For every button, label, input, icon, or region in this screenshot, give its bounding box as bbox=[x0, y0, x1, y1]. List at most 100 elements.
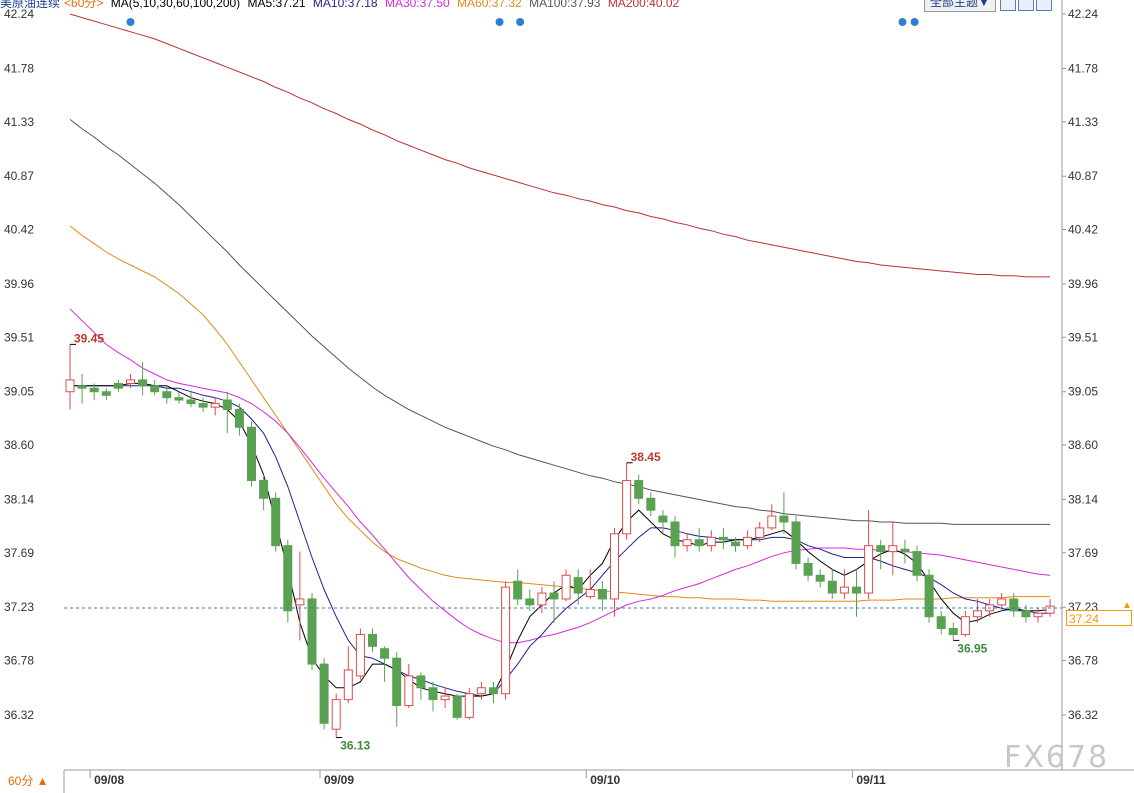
high-price-label: 39.45 bbox=[74, 331, 104, 345]
chart-stage: 42.24 42.24 41.78 41.78 41.33 41.33 40.87 40.87… bbox=[0, 0, 1134, 793]
candle-body-down bbox=[77, 385, 87, 389]
theme-select-button[interactable]: 全部主题▼ bbox=[924, 0, 996, 12]
candle-body-down bbox=[948, 628, 958, 635]
y-tick-label-left: 40.42 bbox=[4, 223, 34, 237]
event-dot bbox=[516, 18, 525, 26]
candle-body-up bbox=[501, 586, 511, 695]
candle-body-down bbox=[368, 633, 377, 647]
x-tick-label: 09/09 bbox=[324, 773, 354, 787]
candle-body-up bbox=[960, 616, 970, 635]
candle-body-up bbox=[706, 536, 716, 547]
ma60-line bbox=[69, 225, 1051, 602]
candle-body-down bbox=[779, 515, 789, 523]
candle-body-down bbox=[912, 551, 922, 576]
candle-body-down bbox=[549, 592, 559, 600]
candle-body-up bbox=[404, 675, 414, 707]
period-button[interactable]: 60分 ▲ bbox=[2, 772, 60, 790]
x-tick-label: 09/10 bbox=[590, 773, 620, 787]
candle-body-up bbox=[610, 533, 619, 600]
candle-body-down bbox=[416, 675, 426, 689]
y-tick-label-left: 41.33 bbox=[4, 115, 34, 129]
ma30-line bbox=[69, 308, 1051, 644]
y-tick-label: 38.60 bbox=[1068, 438, 1098, 452]
candle-body-down bbox=[670, 521, 680, 547]
y-tick-label: 41.33 bbox=[1068, 115, 1098, 129]
y-tick-label-left: 39.96 bbox=[4, 277, 34, 291]
ma30-value: MA30:37.50 bbox=[384, 0, 450, 10]
candle-body-down bbox=[380, 648, 390, 659]
candle-body-down bbox=[936, 616, 946, 630]
candle-body-up bbox=[355, 633, 365, 677]
y-tick-label: 40.42 bbox=[1068, 223, 1098, 237]
low-price-label: 36.95 bbox=[957, 641, 987, 655]
candle-body-up bbox=[65, 379, 75, 393]
candle-body-down bbox=[222, 399, 232, 410]
candle-body-up bbox=[997, 598, 1007, 606]
y-tick-label-left: 37.69 bbox=[4, 546, 34, 560]
y-tick-label-left: 36.78 bbox=[4, 654, 34, 668]
candle-body-down bbox=[452, 695, 462, 718]
candle-body-down bbox=[428, 687, 438, 701]
y-tick-label: 39.96 bbox=[1068, 277, 1098, 291]
x-tick-label: 09/11 bbox=[856, 773, 886, 787]
candle-body-down bbox=[815, 574, 825, 582]
candle-body-down bbox=[247, 426, 256, 482]
settings-icon[interactable] bbox=[1036, 0, 1052, 11]
y-tick-label: 36.78 bbox=[1068, 654, 1098, 668]
candle-body-down bbox=[694, 539, 704, 547]
candle-body-up bbox=[888, 545, 898, 553]
candle-body-up bbox=[973, 610, 982, 618]
ma200-value: MA200:40.02 bbox=[607, 0, 680, 10]
event-dot bbox=[898, 18, 907, 26]
y-tick-label: 42.24 bbox=[1068, 7, 1098, 21]
candle-body-down bbox=[283, 545, 293, 612]
candle-body-up bbox=[585, 588, 595, 598]
y-tick-label-left: 38.60 bbox=[4, 438, 34, 452]
y-tick-label-left: 37.23 bbox=[4, 600, 34, 614]
candle-body-up bbox=[126, 379, 135, 384]
ma10-value: MA10:37.18 bbox=[312, 0, 378, 10]
candle-body-down bbox=[1021, 610, 1031, 618]
candle-body-up bbox=[331, 699, 341, 730]
candle-body-up bbox=[839, 586, 849, 594]
candle-body-down bbox=[924, 574, 934, 618]
event-dot bbox=[126, 18, 135, 26]
candle-body-up bbox=[1045, 605, 1055, 614]
candle-body-up bbox=[755, 527, 765, 538]
candle-body-down bbox=[876, 545, 886, 553]
candle-body-up bbox=[295, 598, 305, 606]
candle-body-down bbox=[234, 408, 244, 428]
candle-body-down bbox=[174, 397, 184, 401]
high-price-label: 38.45 bbox=[631, 450, 661, 464]
candle-body-up bbox=[537, 592, 547, 606]
ma100-line bbox=[69, 119, 1051, 525]
candle-body-down bbox=[731, 541, 740, 547]
y-tick-label: 39.51 bbox=[1068, 330, 1098, 344]
candle-body-down bbox=[573, 577, 583, 594]
candlestick-chart[interactable]: 42.2442.2441.7841.7841.3341.3340.8740.87… bbox=[0, 0, 1134, 793]
candle-body-down bbox=[89, 387, 99, 393]
ma10-line bbox=[70, 385, 1051, 697]
ma200-line bbox=[69, 13, 1051, 278]
period-tag: <60分> bbox=[64, 0, 104, 10]
ma-params: MA(5,10,30,60,100,200) bbox=[110, 0, 241, 10]
candle-body-down bbox=[162, 391, 172, 399]
y-tick-label-left: 41.78 bbox=[4, 61, 34, 75]
candle-body-down bbox=[101, 391, 111, 396]
zoom-in-icon[interactable] bbox=[1000, 0, 1016, 11]
candle-body-up bbox=[1033, 612, 1043, 618]
candle-body-down bbox=[271, 497, 281, 547]
candle-body-up bbox=[464, 693, 474, 718]
y-tick-label: 40.87 bbox=[1068, 169, 1098, 183]
zoom-out-icon[interactable] bbox=[1018, 0, 1034, 11]
ma60-value: MA60:37.32 bbox=[457, 0, 522, 10]
candle-body-down bbox=[1009, 598, 1019, 612]
candle-body-up bbox=[343, 669, 353, 701]
candle-body-down bbox=[307, 598, 317, 665]
candle-body-down bbox=[138, 379, 148, 387]
y-tick-label: 41.78 bbox=[1068, 61, 1098, 75]
y-tick-label-left: 40.87 bbox=[4, 169, 34, 183]
y-tick-label: 39.05 bbox=[1068, 385, 1098, 399]
candle-body-down bbox=[113, 382, 123, 389]
candle-body-down bbox=[513, 580, 523, 600]
